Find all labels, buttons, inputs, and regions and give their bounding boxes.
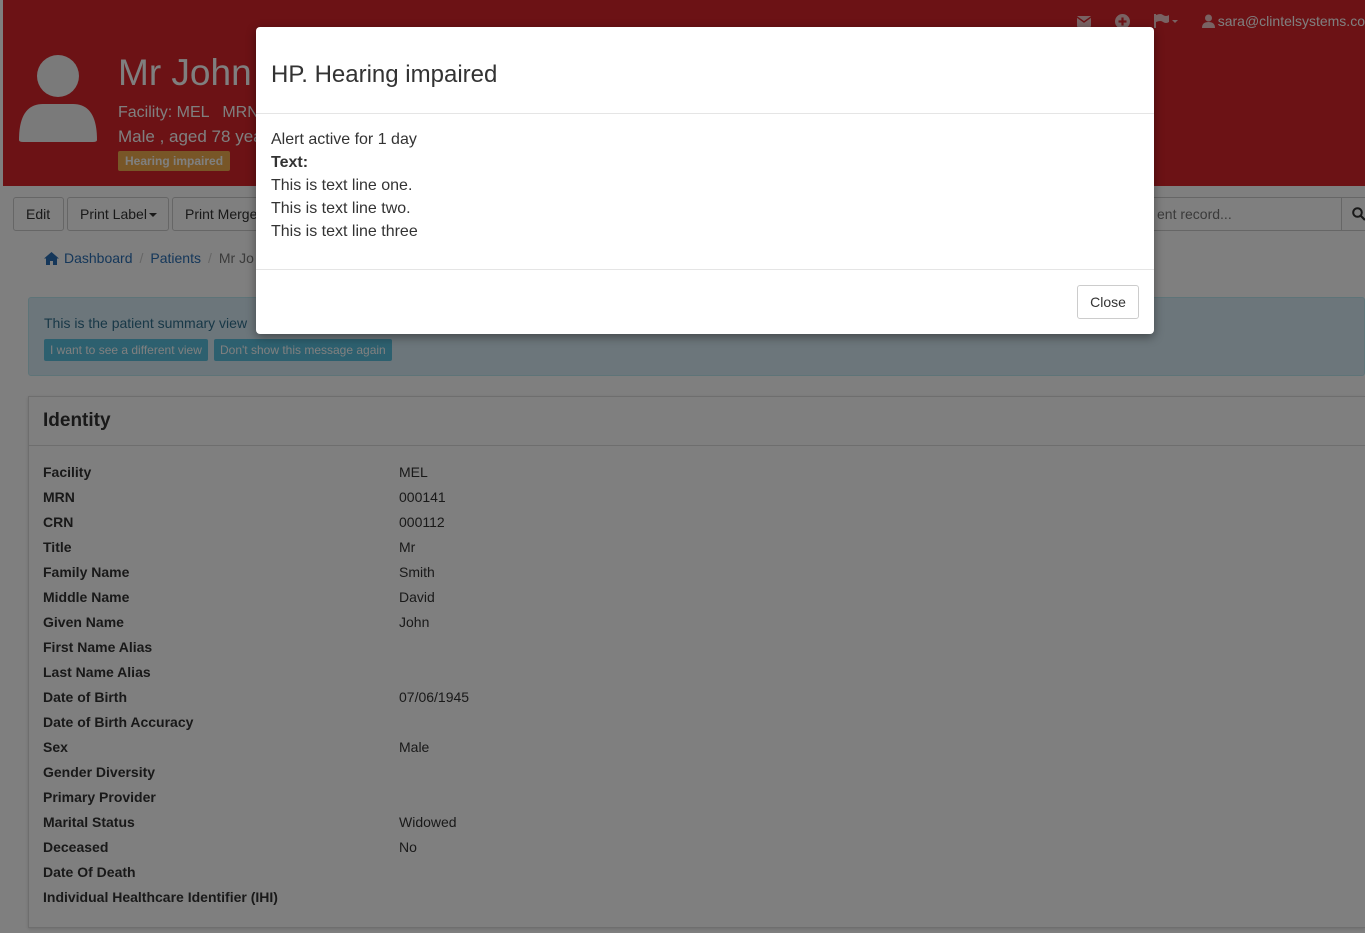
close-button[interactable]: Close [1077, 285, 1139, 319]
alert-modal: HP. Hearing impaired Alert active for 1 … [256, 27, 1154, 334]
alert-active-duration: Alert active for 1 day [271, 131, 417, 148]
modal-body: Alert active for 1 day Text: This is tex… [271, 128, 418, 243]
modal-header-divider [256, 113, 1154, 114]
modal-footer-divider [256, 269, 1154, 270]
text-line: This is text line two. [271, 200, 411, 217]
text-label: Text: [271, 154, 309, 171]
text-line: This is text line three [271, 223, 418, 240]
modal-title: HP. Hearing impaired [271, 61, 498, 88]
text-line: This is text line one. [271, 177, 413, 194]
